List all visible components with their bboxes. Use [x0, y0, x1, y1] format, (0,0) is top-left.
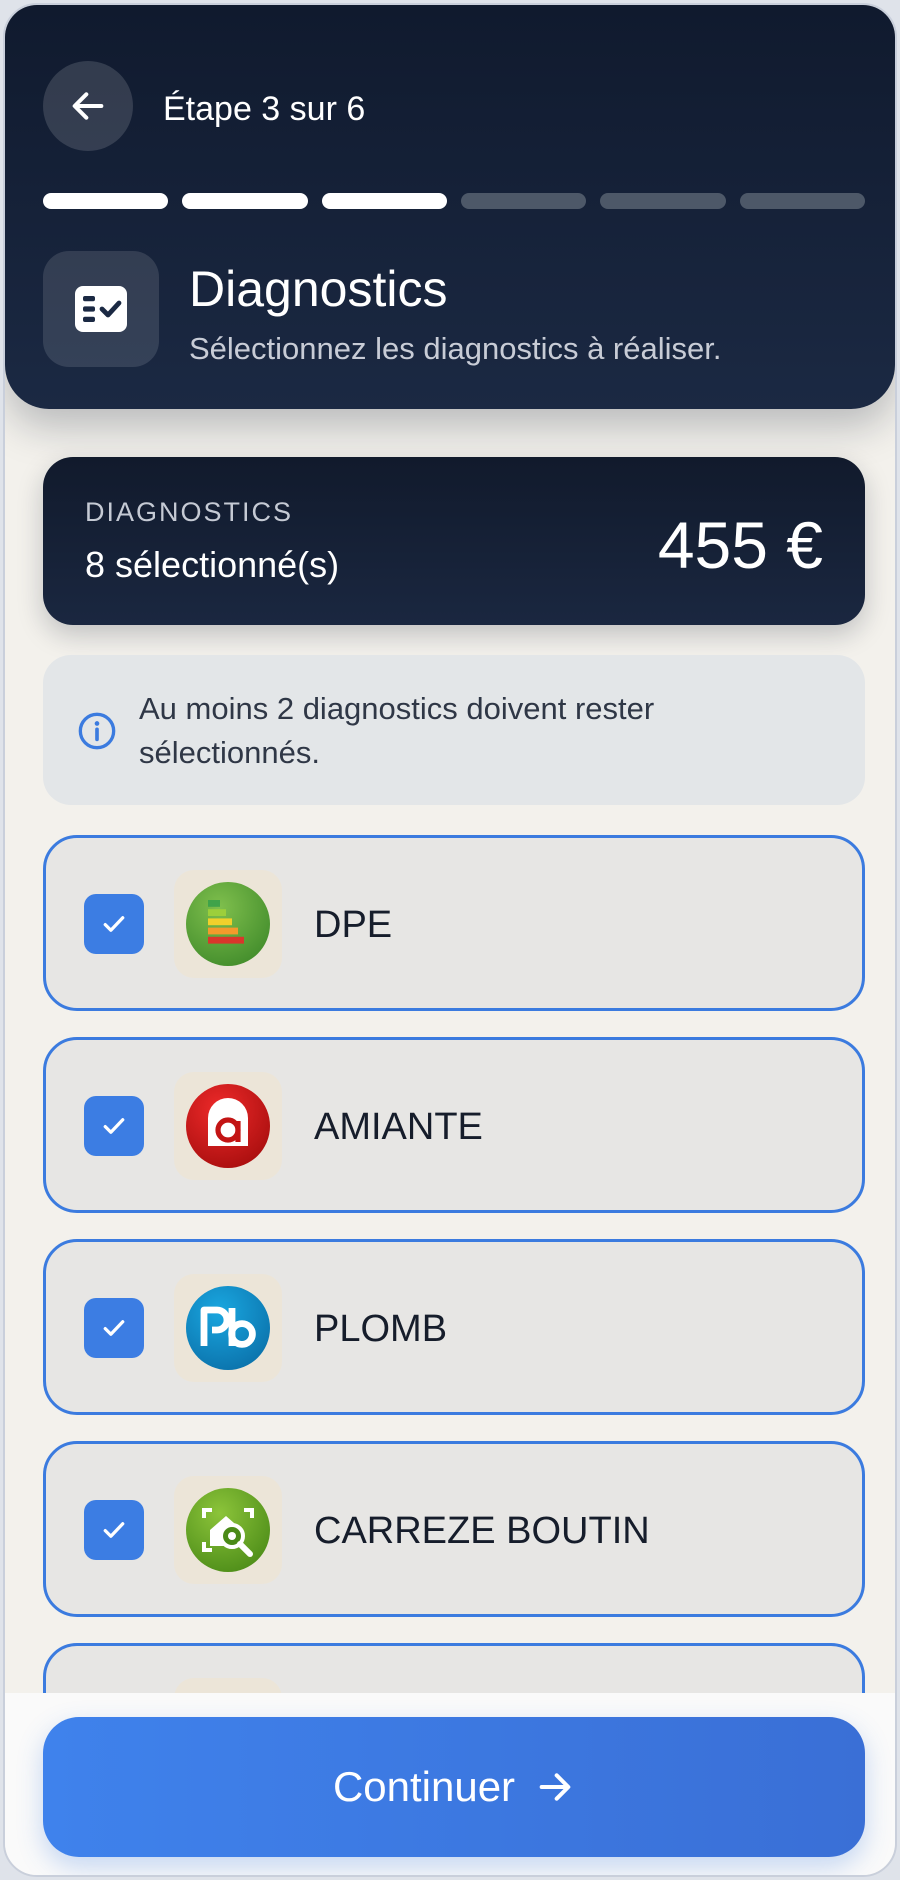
progress-segment	[43, 193, 169, 209]
diagnostic-label: AMIANTE	[314, 1106, 483, 1148]
page-subtitle: Sélectionnez les diagnostics à réaliser.	[189, 331, 722, 366]
info-icon	[78, 712, 116, 750]
step-progress-bar	[43, 193, 865, 209]
diagnostic-label: CARREZE BOUTIN	[314, 1510, 650, 1552]
progress-segment	[321, 193, 447, 209]
diagnostic-item-amiante[interactable]: AMIANTE	[43, 1037, 865, 1213]
diagnostic-item-carrez-boutin[interactable]: CARREZE BOUTIN	[43, 1441, 865, 1617]
total-price: 455 €	[657, 508, 823, 582]
arrow-right-icon	[539, 1773, 571, 1801]
diagnostic-checkbox[interactable]	[84, 1298, 144, 1358]
diagnostic-label: DPE	[314, 904, 393, 946]
progress-segment	[182, 193, 308, 209]
diagnostic-checkbox[interactable]	[84, 894, 144, 954]
checkmark-icon	[103, 1522, 125, 1538]
selection-summary-card: DIAGNOSTICS 8 sélectionné(s) 455 €	[43, 457, 865, 625]
progress-segment	[460, 193, 587, 209]
progress-segment	[600, 193, 726, 209]
summary-kicker: DIAGNOSTICS	[85, 497, 294, 527]
step-label: Étape 3 sur 6	[163, 90, 366, 128]
checkmark-icon	[103, 916, 125, 932]
carrez-boutin-icon	[174, 1476, 282, 1584]
phone-frame: Étape 3 sur 6 Diagnostics Sélectionnez l…	[3, 3, 897, 1877]
continue-button[interactable]: Continuer	[43, 1717, 865, 1857]
plomb-icon	[174, 1274, 282, 1382]
back-button[interactable]	[43, 61, 133, 151]
checklist-icon-tile	[43, 251, 159, 367]
diagnostic-checkbox[interactable]	[84, 1500, 144, 1560]
arrow-left-icon	[72, 92, 104, 120]
checklist-icon	[75, 286, 127, 332]
checkmark-icon	[103, 1320, 125, 1336]
step-header: Étape 3 sur 6 Diagnostics Sélectionnez l…	[5, 5, 895, 409]
continue-label: Continuer	[332, 1763, 516, 1810]
diagnostic-checkbox[interactable]	[84, 1096, 144, 1156]
amiante-icon	[174, 1072, 282, 1180]
diagnostic-item-plomb[interactable]: PLOMB	[43, 1239, 865, 1415]
info-text: Au moins 2 diagnostics doivent rester sé…	[139, 691, 655, 770]
dpe-energy-icon	[174, 870, 282, 978]
progress-segment	[739, 193, 865, 209]
selected-count: 8 sélectionné(s)	[85, 544, 340, 585]
diagnostic-label: PLOMB	[314, 1308, 448, 1350]
diagnostic-item-dpe[interactable]: DPE	[43, 835, 865, 1011]
info-notice: Au moins 2 diagnostics doivent rester sé…	[43, 655, 865, 805]
page-title: Diagnostics	[189, 261, 448, 317]
bottom-action-bar: Continuer	[5, 1693, 895, 1875]
checkmark-icon	[103, 1118, 125, 1134]
